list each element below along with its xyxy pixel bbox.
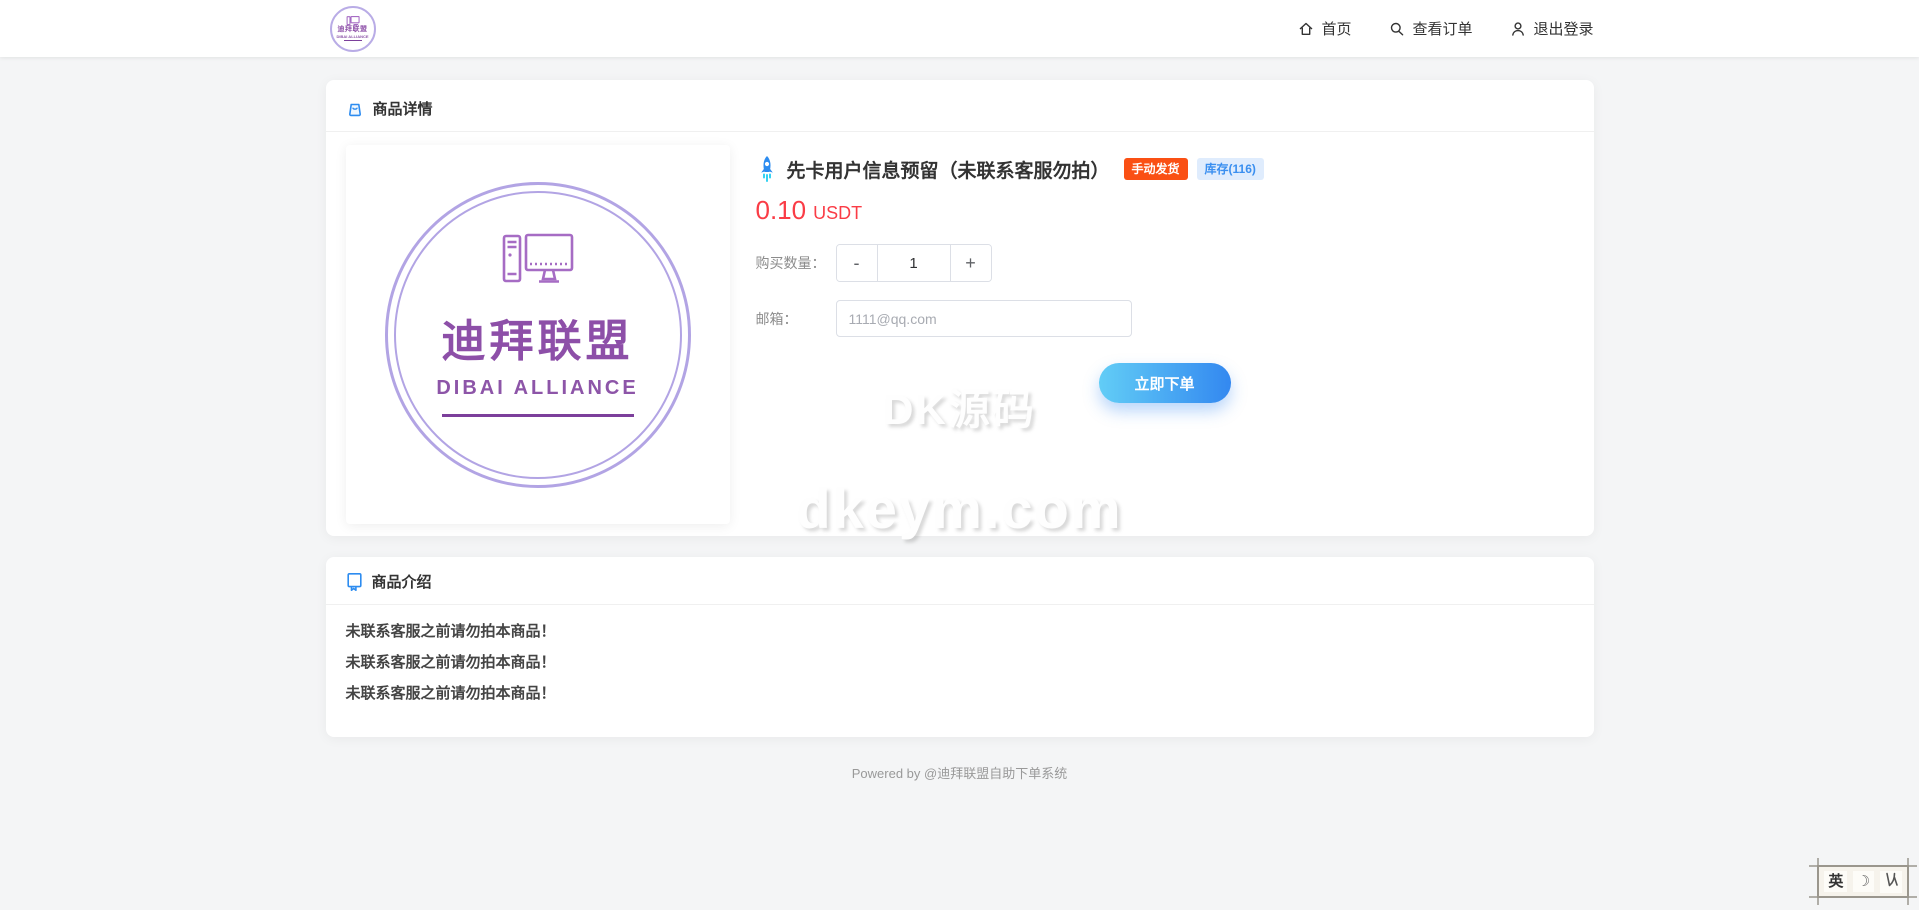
quantity-stepper: - 1 +	[836, 244, 992, 282]
footer-text: Powered by @迪拜联盟自助下单系统	[326, 763, 1594, 782]
rocket-icon	[756, 155, 778, 183]
nav-link-logout[interactable]: 退出登录	[1510, 18, 1593, 39]
user-icon	[1510, 21, 1526, 37]
quantity-plus-button[interactable]: +	[951, 245, 991, 281]
nav-link-label: 退出登录	[1533, 18, 1593, 39]
logo-content: 迪拜联盟 DIBAI ALLIANCE	[436, 233, 638, 417]
nav-links: 首页 查看订单 退出登录	[1298, 18, 1593, 39]
product-intro-body: 未联系客服之前请勿拍本商品！ 未联系客服之前请勿拍本商品！ 未联系客服之前请勿拍…	[326, 605, 1594, 737]
order-button[interactable]: 立即下单	[1099, 363, 1231, 403]
intro-line: 未联系客服之前请勿拍本商品！	[346, 678, 1574, 709]
price: 0.10 USDT	[756, 195, 1574, 226]
price-amount: 0.10	[756, 195, 807, 226]
computer-icon	[346, 16, 360, 26]
shipping-badge: 手动发货	[1124, 158, 1188, 180]
site-logo[interactable]: 迪拜联盟 DIBAI ALLIANCE	[330, 6, 376, 52]
bookmark-icon	[346, 572, 363, 591]
quantity-minus-button[interactable]: -	[837, 245, 877, 281]
quantity-value[interactable]: 1	[877, 245, 951, 281]
quantity-label: 购买数量：	[756, 253, 836, 273]
logo-cn: 迪拜联盟	[442, 305, 634, 369]
product-detail-card: 商品详情	[326, 80, 1594, 536]
section-title: 商品介绍	[372, 571, 432, 592]
logo-en: DIBAI ALLIANCE	[436, 377, 638, 400]
bag-icon	[346, 100, 364, 118]
navbar-inner: 迪拜联盟 DIBAI ALLIANCE 首页	[326, 0, 1594, 57]
quantity-row: 购买数量： - 1 +	[756, 244, 1574, 282]
product-intro-card: 商品介绍 未联系客服之前请勿拍本商品！ 未联系客服之前请勿拍本商品！ 未联系客服…	[326, 557, 1594, 737]
nav-link-label: 首页	[1321, 18, 1351, 39]
logo-mini-line	[344, 40, 362, 41]
moon-icon[interactable]: ☽	[1853, 871, 1874, 892]
product-detail-body: 迪拜联盟 DIBAI ALLIANCE	[326, 132, 1594, 536]
nav-link-home[interactable]: 首页	[1298, 18, 1351, 39]
email-field[interactable]	[836, 300, 1132, 337]
logo-line	[442, 414, 634, 417]
price-currency: USDT	[813, 203, 862, 224]
ime-frame-line	[1817, 858, 1819, 905]
product-image: 迪拜联盟 DIBAI ALLIANCE	[346, 145, 730, 524]
product-intro-header: 商品介绍	[326, 557, 1594, 605]
logo-mini-cn: 迪拜联盟	[338, 26, 368, 34]
ime-toolbar: 英 ☽	[1817, 865, 1909, 898]
product-title-row: 先卡用户信息预留（未联系客服勿拍） 手动发货 库存(116)	[756, 155, 1574, 183]
email-row: 邮箱：	[756, 300, 1574, 337]
product-title: 先卡用户信息预留（未联系客服勿拍）	[787, 156, 1110, 183]
stock-badge: 库存(116)	[1197, 158, 1264, 180]
main-content: 商品详情	[326, 80, 1594, 782]
dibai-alliance-logo: 迪拜联盟 DIBAI ALLIANCE	[385, 182, 691, 488]
nav-link-orders[interactable]: 查看订单	[1389, 18, 1472, 39]
navbar: 迪拜联盟 DIBAI ALLIANCE 首页	[0, 0, 1919, 57]
email-label: 邮箱：	[756, 309, 836, 329]
product-info: 先卡用户信息预留（未联系客服勿拍） 手动发货 库存(116) 0.10 USDT…	[756, 145, 1574, 524]
intro-line: 未联系客服之前请勿拍本商品！	[346, 616, 1574, 647]
logo-mini-en: DIBAI ALLIANCE	[336, 34, 368, 39]
intro-line: 未联系客服之前请勿拍本商品！	[346, 647, 1574, 678]
computer-icon	[501, 233, 575, 289]
product-detail-header: 商品详情	[326, 80, 1594, 132]
section-title: 商品详情	[373, 98, 433, 119]
search-icon	[1389, 21, 1405, 37]
home-icon	[1298, 21, 1314, 37]
brush-icon[interactable]	[1880, 871, 1902, 893]
nav-link-label: 查看订单	[1412, 18, 1472, 39]
ime-language-toggle[interactable]: 英	[1824, 871, 1847, 892]
ime-frame-line	[1907, 858, 1909, 905]
